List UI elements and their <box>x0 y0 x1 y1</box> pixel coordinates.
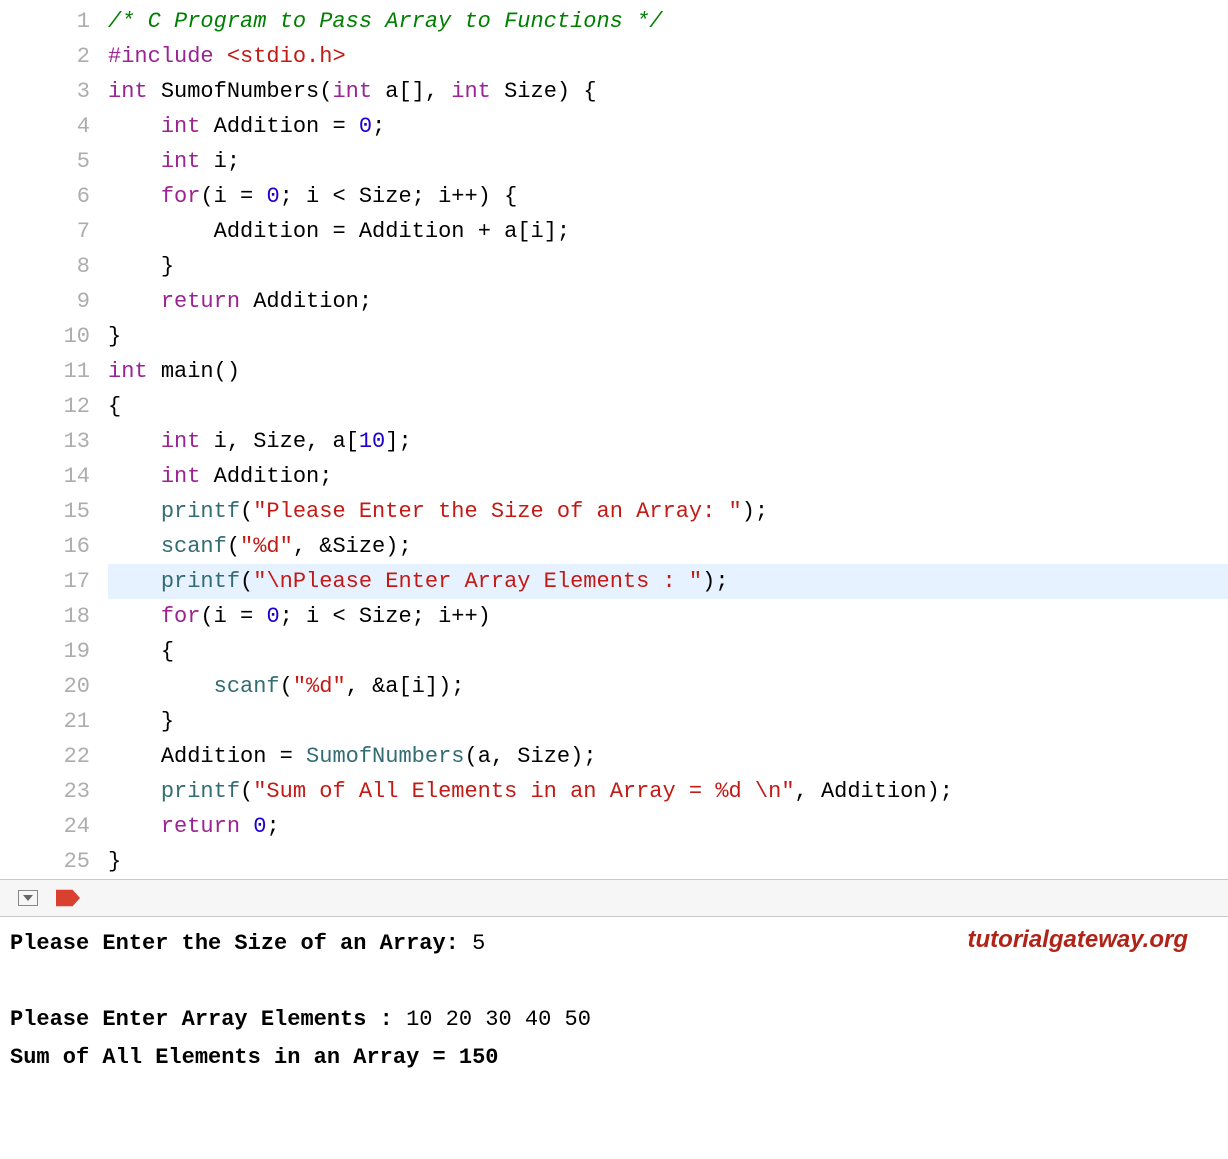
code-line: int main() <box>108 354 1228 389</box>
line-number: 18 <box>0 599 90 634</box>
code-line: Addition = Addition + a[i]; <box>108 214 1228 249</box>
code-line: { <box>108 389 1228 424</box>
code-line: printf("Please Enter the Size of an Arra… <box>108 494 1228 529</box>
line-number: 25 <box>0 844 90 879</box>
line-number: 13 <box>0 424 90 459</box>
code-line: return Addition; <box>108 284 1228 319</box>
code-line: { <box>108 634 1228 669</box>
line-number: 2 <box>0 39 90 74</box>
tag-icon[interactable] <box>56 889 80 907</box>
code-line: int Addition = 0; <box>108 109 1228 144</box>
line-number: 4 <box>0 109 90 144</box>
watermark: tutorialgateway.org <box>968 921 1188 959</box>
code-line: for(i = 0; i < Size; i++) <box>108 599 1228 634</box>
console-output: tutorialgateway.org Please Enter the Siz… <box>0 917 1228 1085</box>
line-number: 6 <box>0 179 90 214</box>
line-number: 11 <box>0 354 90 389</box>
line-number: 12 <box>0 389 90 424</box>
console-line <box>10 963 1218 1001</box>
code-line: printf("Sum of All Elements in an Array … <box>108 774 1228 809</box>
code-line: for(i = 0; i < Size; i++) { <box>108 179 1228 214</box>
code-line: } <box>108 319 1228 354</box>
code-line: int i; <box>108 144 1228 179</box>
line-number: 5 <box>0 144 90 179</box>
line-number: 1 <box>0 4 90 39</box>
code-line: int SumofNumbers(int a[], int Size) { <box>108 74 1228 109</box>
line-number: 14 <box>0 459 90 494</box>
line-number: 23 <box>0 774 90 809</box>
line-number: 22 <box>0 739 90 774</box>
console-line: Please Enter Array Elements : 10 20 30 4… <box>10 1001 1218 1039</box>
code-line: /* C Program to Pass Array to Functions … <box>108 4 1228 39</box>
code-area: /* C Program to Pass Array to Functions … <box>108 4 1228 879</box>
line-number-gutter: 1234567891011121314151617181920212223242… <box>0 4 108 879</box>
line-number: 20 <box>0 669 90 704</box>
line-number: 19 <box>0 634 90 669</box>
console-toolbar <box>0 879 1228 917</box>
line-number: 17 <box>0 564 90 599</box>
line-number: 15 <box>0 494 90 529</box>
line-number: 7 <box>0 214 90 249</box>
code-line: } <box>108 704 1228 739</box>
line-number: 16 <box>0 529 90 564</box>
code-line: printf("\nPlease Enter Array Elements : … <box>108 564 1228 599</box>
line-number: 3 <box>0 74 90 109</box>
code-line: int i, Size, a[10]; <box>108 424 1228 459</box>
line-number: 9 <box>0 284 90 319</box>
line-number: 10 <box>0 319 90 354</box>
code-editor: 1234567891011121314151617181920212223242… <box>0 0 1228 879</box>
code-line: } <box>108 844 1228 879</box>
code-line: int Addition; <box>108 459 1228 494</box>
line-number: 24 <box>0 809 90 844</box>
code-line: scanf("%d", &Size); <box>108 529 1228 564</box>
code-line: #include <stdio.h> <box>108 39 1228 74</box>
dropdown-icon[interactable] <box>18 890 38 906</box>
line-number: 21 <box>0 704 90 739</box>
line-number: 8 <box>0 249 90 284</box>
console-line: Sum of All Elements in an Array = 150 <box>10 1039 1218 1077</box>
code-line: } <box>108 249 1228 284</box>
code-line: return 0; <box>108 809 1228 844</box>
code-line: scanf("%d", &a[i]); <box>108 669 1228 704</box>
code-line: Addition = SumofNumbers(a, Size); <box>108 739 1228 774</box>
